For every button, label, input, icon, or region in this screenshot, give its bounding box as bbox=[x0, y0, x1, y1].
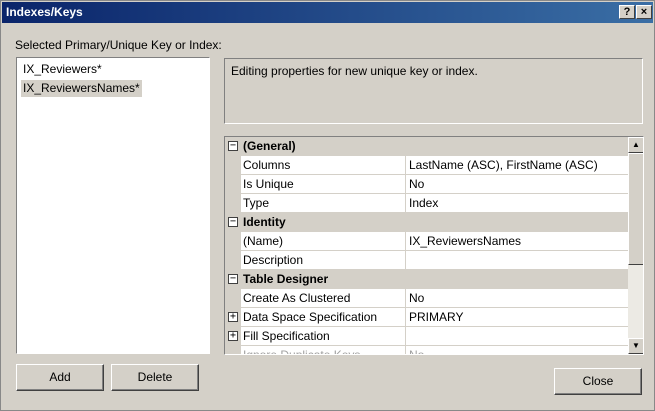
property-value[interactable] bbox=[405, 327, 628, 346]
property-category[interactable]: − (General) bbox=[225, 137, 628, 156]
property-name: Type bbox=[243, 196, 270, 210]
row-gutter bbox=[225, 194, 241, 213]
keys-list[interactable]: IX_Reviewers* IX_ReviewersNames* bbox=[16, 57, 210, 354]
row-gutter bbox=[225, 156, 241, 175]
help-button[interactable]: ? bbox=[619, 5, 635, 19]
property-name: Columns bbox=[243, 158, 291, 172]
row-gutter bbox=[225, 346, 241, 354]
grid-scrollbar[interactable]: ▲ ▼ bbox=[628, 137, 643, 354]
category-label: Table Designer bbox=[243, 272, 329, 286]
delete-button[interactable]: Delete bbox=[111, 364, 199, 391]
property-name: Is Unique bbox=[243, 177, 294, 191]
add-button[interactable]: Add bbox=[16, 364, 104, 391]
property-value[interactable]: No bbox=[405, 346, 628, 354]
property-name: Ignore Duplicate Keys bbox=[243, 348, 361, 355]
property-value[interactable]: PRIMARY bbox=[405, 308, 628, 327]
property-row[interactable]: Type Index bbox=[225, 194, 628, 213]
property-grid[interactable]: − (General) Columns LastName (ASC), FirstNa… bbox=[224, 136, 644, 355]
property-row[interactable]: + Data Space Specification PRIMARY bbox=[225, 308, 628, 327]
row-gutter bbox=[225, 289, 241, 308]
expand-icon[interactable]: + bbox=[228, 331, 238, 341]
expand-icon[interactable]: + bbox=[228, 312, 238, 322]
property-row[interactable]: Create As Clustered No bbox=[225, 289, 628, 308]
scroll-up-button[interactable]: ▲ bbox=[628, 137, 643, 153]
description-box: Editing properties for new unique key or… bbox=[224, 58, 643, 124]
collapse-icon[interactable]: − bbox=[228, 141, 238, 151]
key-list-item[interactable]: IX_ReviewersNames* bbox=[21, 80, 142, 97]
key-list-item[interactable]: IX_Reviewers* bbox=[21, 61, 104, 78]
property-row[interactable]: Is Unique No bbox=[225, 175, 628, 194]
property-value[interactable]: LastName (ASC), FirstName (ASC) bbox=[405, 156, 628, 175]
window-title: Indexes/Keys bbox=[6, 5, 83, 19]
row-gutter bbox=[225, 251, 241, 270]
scroll-down-button[interactable]: ▼ bbox=[628, 338, 643, 354]
property-value[interactable] bbox=[405, 251, 628, 270]
property-row[interactable]: Columns LastName (ASC), FirstName (ASC) bbox=[225, 156, 628, 175]
category-label: Identity bbox=[243, 215, 286, 229]
collapse-icon[interactable]: − bbox=[228, 217, 238, 227]
property-name: Description bbox=[243, 253, 304, 267]
property-name: Data Space Specification bbox=[243, 310, 378, 324]
property-row[interactable]: (Name) IX_ReviewersNames bbox=[225, 232, 628, 251]
property-value[interactable]: Index bbox=[405, 194, 628, 213]
property-name: Create As Clustered bbox=[243, 291, 351, 305]
property-value[interactable]: IX_ReviewersNames bbox=[405, 232, 628, 251]
close-button[interactable]: Close bbox=[554, 368, 642, 395]
property-row[interactable]: Ignore Duplicate Keys No bbox=[225, 346, 628, 355]
title-bar: Indexes/Keys ? × bbox=[2, 2, 653, 23]
category-label: (General) bbox=[243, 139, 296, 153]
property-value[interactable]: No bbox=[405, 175, 628, 194]
property-row[interactable]: Description bbox=[225, 251, 628, 270]
collapse-icon[interactable]: − bbox=[228, 274, 238, 284]
close-window-button[interactable]: × bbox=[636, 5, 652, 19]
property-value[interactable]: No bbox=[405, 289, 628, 308]
property-category[interactable]: − Table Designer bbox=[225, 270, 628, 289]
row-gutter bbox=[225, 232, 241, 251]
property-row[interactable]: + Fill Specification bbox=[225, 327, 628, 346]
scroll-thumb[interactable] bbox=[628, 153, 643, 265]
property-category[interactable]: − Identity bbox=[225, 213, 628, 232]
row-gutter bbox=[225, 175, 241, 194]
selected-keys-label: Selected Primary/Unique Key or Index: bbox=[15, 38, 222, 52]
indexes-keys-dialog: Indexes/Keys ? × Selected Primary/Unique… bbox=[0, 0, 655, 411]
property-name: Fill Specification bbox=[243, 329, 330, 343]
property-name: (Name) bbox=[243, 234, 284, 248]
